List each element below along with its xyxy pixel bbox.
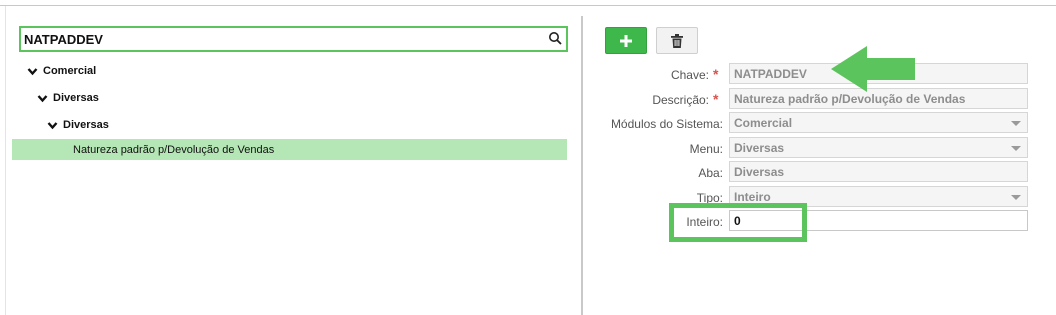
menu-label: Menu:: [689, 142, 723, 156]
search-icon[interactable]: [548, 31, 562, 45]
chevron-down-icon[interactable]: [47, 120, 58, 131]
tipo-select[interactable]: Inteiro: [729, 186, 1028, 207]
tree-node-label: Diversas: [53, 92, 99, 104]
chave-label: Chave:: [670, 68, 709, 82]
top-border: [0, 0, 1056, 6]
chave-field[interactable]: NATPADDEV: [729, 63, 1028, 84]
add-button[interactable]: [605, 27, 647, 54]
chevron-down-icon[interactable]: [37, 93, 48, 104]
modulos-value: Comercial: [734, 116, 793, 130]
aba-field[interactable]: Diversas: [729, 161, 1028, 182]
inteiro-input[interactable]: 0: [729, 210, 1028, 231]
trash-icon: [671, 33, 683, 48]
dropdown-caret-icon[interactable]: [1011, 146, 1021, 151]
tree-node-label: Diversas: [63, 119, 109, 131]
tree-node-diversas[interactable]: Diversas: [37, 89, 99, 107]
inteiro-label: Inteiro:: [686, 215, 723, 229]
required-asterisk: *: [713, 66, 719, 82]
tipo-value: Inteiro: [734, 190, 771, 204]
menu-value: Diversas: [734, 141, 785, 155]
modulos-select[interactable]: Comercial: [729, 112, 1028, 133]
tree-node-label: Comercial: [43, 65, 97, 77]
plus-icon: [620, 34, 632, 47]
delete-button[interactable]: [656, 27, 698, 54]
tree-node-comercial[interactable]: Comercial: [27, 62, 96, 80]
tree-node-diversas-child[interactable]: Diversas: [47, 116, 109, 134]
descricao-field[interactable]: Natureza padrão p/Devolução de Vendas: [729, 88, 1028, 109]
modulos-label: Módulos do Sistema:: [610, 117, 723, 131]
tipo-label: Tipo:: [696, 191, 723, 205]
tree-item-selected[interactable]: Natureza padrão p/Devolução de Vendas: [12, 139, 567, 160]
search-input[interactable]: [24, 30, 534, 48]
descricao-label: Descrição:: [652, 93, 709, 107]
dropdown-caret-icon[interactable]: [1011, 195, 1021, 200]
required-asterisk: *: [713, 91, 719, 107]
search-box[interactable]: [19, 26, 568, 52]
dropdown-caret-icon[interactable]: [1011, 121, 1021, 126]
menu-select[interactable]: Diversas: [729, 137, 1028, 158]
aba-label: Aba:: [698, 166, 723, 180]
chevron-down-icon[interactable]: [27, 66, 38, 77]
left-edge: [0, 6, 6, 315]
tree-item-label: Natureza padrão p/Devolução de Vendas: [73, 143, 275, 156]
